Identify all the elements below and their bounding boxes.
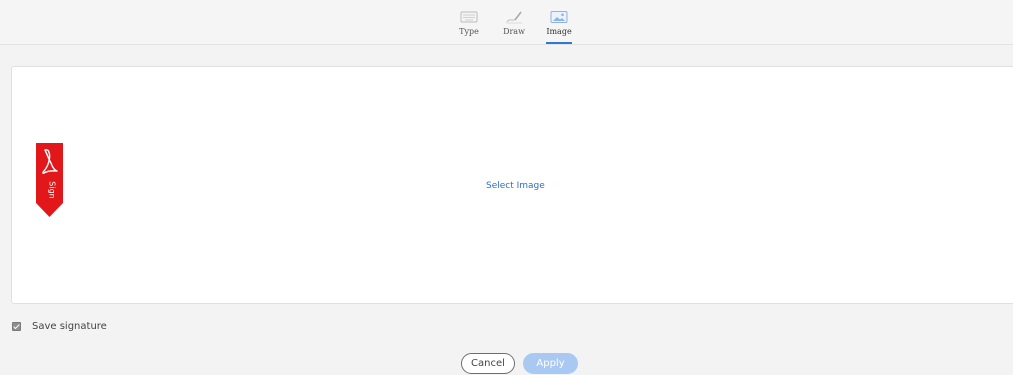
keyboard-icon (460, 11, 478, 23)
select-image-link[interactable]: Select Image (486, 181, 545, 191)
adobe-sign-flag-logo: Sign (36, 143, 63, 217)
tab-type[interactable]: Type (458, 0, 480, 44)
signature-mode-tabs: Type Draw Image (0, 0, 1013, 45)
tab-image[interactable]: Image (546, 0, 572, 44)
image-icon (550, 11, 568, 23)
signature-image-panel: Sign Select Image (11, 66, 1013, 304)
sign-flag-text: Sign (48, 181, 57, 198)
save-signature-checkbox[interactable] (12, 321, 21, 331)
save-signature-row: Save signature (12, 319, 107, 333)
tab-image-label: Image (546, 27, 572, 36)
checkmark-icon (13, 322, 20, 329)
tab-type-label: Type (459, 27, 479, 36)
active-tab-indicator (546, 42, 572, 44)
tab-draw[interactable]: Draw (503, 0, 525, 44)
cancel-button[interactable]: Cancel (461, 353, 515, 374)
pen-draw-icon (506, 11, 522, 24)
apply-button[interactable]: Apply (523, 353, 578, 374)
tab-draw-label: Draw (503, 27, 525, 36)
save-signature-label: Save signature (32, 320, 107, 332)
